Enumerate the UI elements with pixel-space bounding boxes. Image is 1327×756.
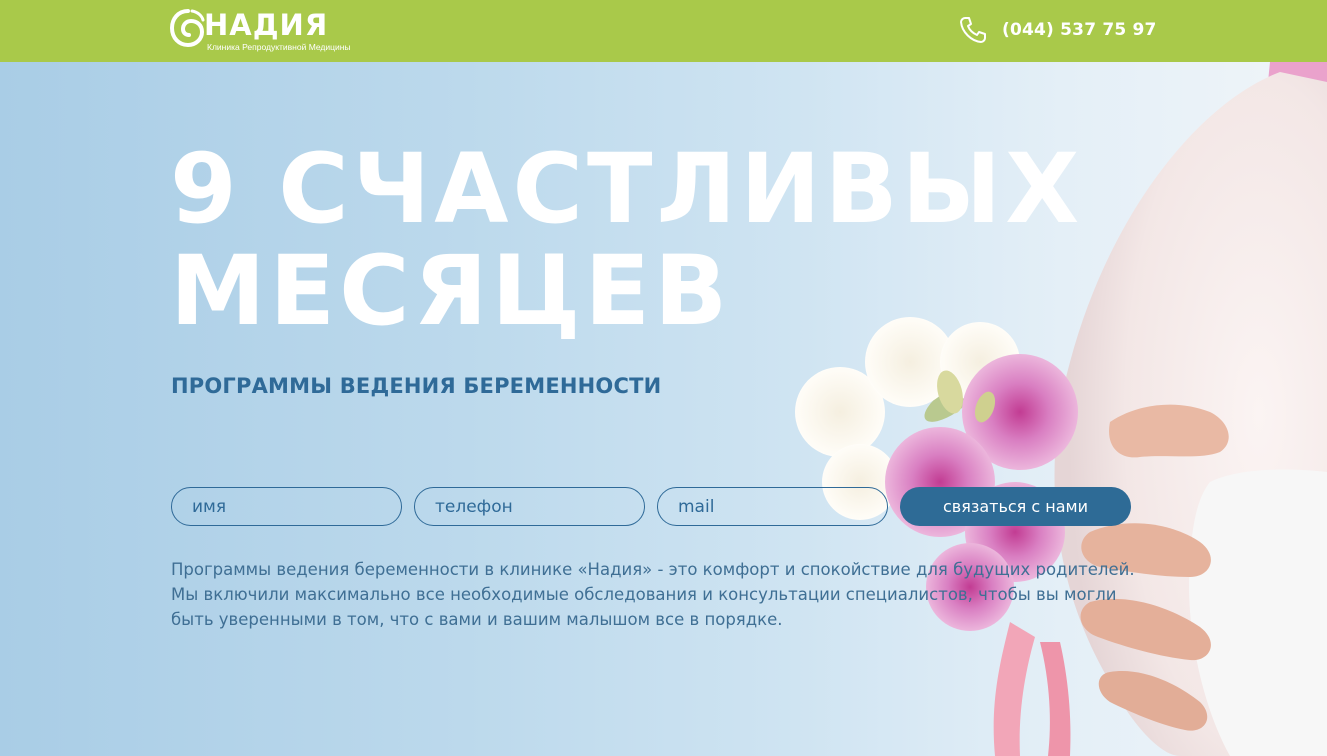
logo-name: НАДИЯ — [204, 8, 329, 42]
headline-line-2: МЕСЯЦЕВ — [170, 235, 732, 347]
phone-contact[interactable]: (044) 537 75 97 — [958, 14, 1157, 46]
description-line-3: быть уверенными в том, что с вами и ваши… — [171, 610, 783, 629]
description-line-2: Мы включили максимально все необходимые … — [171, 585, 1117, 604]
phone-icon — [960, 17, 986, 43]
contact-us-button[interactable]: связаться с нами — [900, 487, 1131, 526]
name-input[interactable] — [171, 487, 402, 526]
top-bar: НАДИЯ Клиника Репродуктивной Медицины (0… — [0, 0, 1327, 62]
nadiya-logo-icon — [170, 9, 205, 48]
hero-headline: 9 СЧАСТЛИВЫХ МЕСЯЦЕВ — [170, 138, 1130, 342]
hero-subtitle: ПРОГРАММЫ ВЕДЕНИЯ БЕРЕМЕННОСТИ — [171, 374, 662, 398]
logo[interactable]: НАДИЯ Клиника Репродуктивной Медицины — [170, 8, 360, 54]
contact-form: связаться с нами — [171, 487, 1131, 526]
phone-number[interactable]: (044) 537 75 97 — [1002, 20, 1157, 40]
mail-input[interactable] — [657, 487, 888, 526]
description-line-1: Программы ведения беременности в клинике… — [171, 560, 1135, 579]
logo-tagline: Клиника Репродуктивной Медицины — [207, 42, 351, 52]
headline-line-1: 9 СЧАСТЛИВЫХ — [170, 133, 1084, 245]
phone-input[interactable] — [414, 487, 645, 526]
program-description: Программы ведения беременности в клинике… — [171, 557, 1151, 632]
